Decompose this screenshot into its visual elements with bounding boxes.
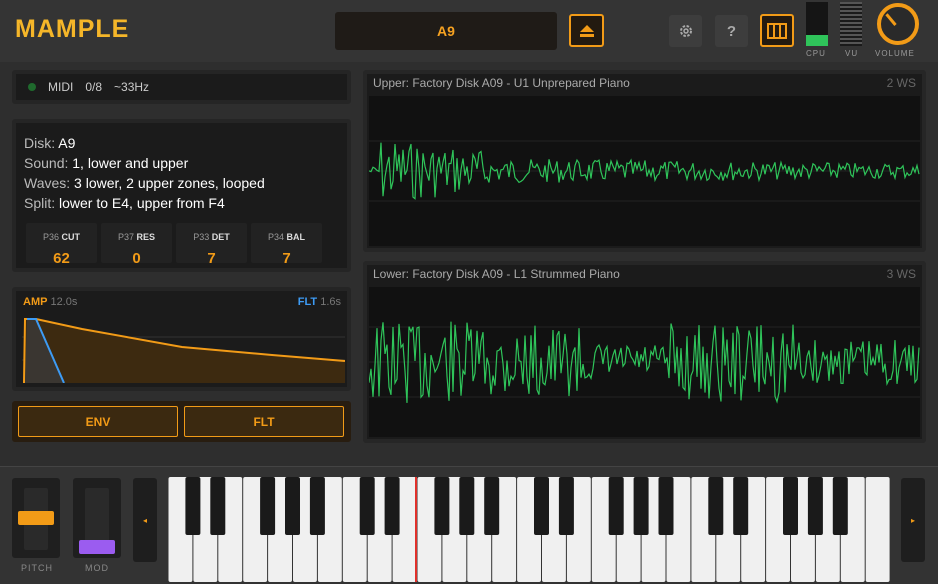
envelope-display[interactable]: AMP 12.0s FLT 1.6s	[12, 287, 351, 391]
settings-button[interactable]	[669, 15, 702, 47]
black-key	[359, 477, 375, 535]
eject-button[interactable]	[569, 14, 604, 47]
split-value: lower to E4, upper from F4	[59, 195, 225, 211]
black-key	[384, 477, 400, 535]
param-value: 0	[132, 250, 141, 267]
pitch-label: PITCH	[21, 563, 53, 573]
param-balance[interactable]: P34 BAL 7	[251, 223, 322, 267]
black-key	[309, 477, 325, 535]
volume-knob[interactable]	[877, 3, 919, 45]
param-row: P36 CUT 62 P37 RES 0 P33 DET 7 P34 BAL 7	[26, 223, 322, 267]
black-key	[633, 477, 649, 535]
upper-wave-title: Upper: Factory Disk A09 - U1 Unprepared …	[373, 76, 630, 90]
lower-wave-count: 3 WS	[886, 267, 916, 281]
param-id: P33	[193, 232, 210, 242]
mod-wheel-handle[interactable]	[79, 540, 115, 554]
black-key	[210, 477, 226, 535]
lower-wave-title: Lower: Factory Disk A09 - L1 Strummed Pi…	[373, 267, 620, 281]
piano-keyboard[interactable]	[168, 477, 891, 582]
amp-envelope-fill	[24, 319, 345, 383]
param-cutoff[interactable]: P36 CUT 62	[26, 223, 97, 267]
sound-value: 1, lower and upper	[72, 155, 189, 171]
black-key	[534, 477, 549, 535]
black-key	[558, 477, 574, 535]
black-key	[285, 477, 300, 535]
piano-icon	[767, 22, 787, 39]
sound-info-panel: Disk: A9 Sound: 1, lower and upper Waves…	[12, 119, 351, 272]
black-key	[783, 477, 798, 535]
amp-time: 12.0s	[50, 296, 78, 308]
black-key	[708, 477, 724, 535]
tab-env[interactable]: ENV	[18, 406, 178, 437]
black-key	[807, 477, 823, 535]
param-name: BAL	[286, 232, 306, 242]
envelope-curve	[22, 318, 345, 383]
pitch-wheel-handle[interactable]	[18, 511, 54, 525]
param-name: CUT	[61, 232, 81, 242]
midi-led	[28, 83, 36, 91]
upper-wave-panel: Upper: Factory Disk A09 - U1 Unprepared …	[363, 70, 926, 252]
amp-envelope-header: AMP 12.0s	[23, 296, 77, 308]
black-key	[185, 477, 201, 535]
black-key	[260, 477, 276, 535]
midi-notes: 0/8	[85, 80, 103, 94]
lower-waveform	[368, 287, 920, 437]
top-bar: MAMPLE A9 ? CPU VU VOLUME	[0, 0, 938, 62]
volume-label: VOLUME	[875, 49, 915, 58]
param-name: RES	[136, 232, 156, 242]
black-key	[459, 477, 475, 535]
waves-value: 3 lower, 2 upper zones, looped	[74, 175, 265, 191]
param-value: 7	[282, 250, 291, 267]
tab-flt[interactable]: FLT	[184, 406, 344, 437]
gear-icon	[679, 25, 692, 37]
mod-label: MOD	[85, 563, 109, 573]
cpu-meter	[806, 2, 828, 46]
pitch-wheel[interactable]	[12, 478, 60, 558]
param-value: 7	[207, 250, 216, 267]
vu-label: VU	[845, 49, 859, 58]
lower-wave-panel: Lower: Factory Disk A09 - L1 Strummed Pi…	[363, 261, 926, 443]
split-key: Split:	[24, 195, 56, 211]
mod-wheel[interactable]	[73, 478, 121, 558]
param-id: P37	[117, 232, 134, 242]
param-id: P36	[42, 232, 59, 242]
vu-meter	[840, 2, 862, 46]
param-name: DET	[211, 232, 230, 242]
black-key	[658, 477, 674, 535]
flt-time: 1.6s	[320, 296, 341, 308]
midi-status: MIDI 0/8 ~33Hz	[12, 70, 351, 104]
disk-selector[interactable]: A9	[335, 12, 557, 50]
disk-value: A9	[58, 135, 76, 151]
black-key	[733, 477, 749, 535]
midi-label: MIDI	[48, 80, 74, 94]
flt-label: FLT	[297, 296, 318, 308]
waves-key: Waves:	[24, 175, 71, 191]
keyboard-scroll-left[interactable]: ◂	[133, 478, 157, 562]
black-key	[832, 477, 848, 535]
param-resonance[interactable]: P37 RES 0	[101, 223, 172, 267]
filter-envelope-header: FLT 1.6s	[298, 296, 341, 308]
upper-wave-count: 2 WS	[886, 76, 916, 90]
amp-label: AMP	[23, 296, 48, 308]
white-key	[865, 477, 890, 582]
black-key	[484, 477, 500, 535]
help-button[interactable]: ?	[715, 15, 748, 47]
keyboard-toggle-button[interactable]	[760, 14, 794, 47]
cpu-label: CPU	[806, 49, 826, 58]
disk-key: Disk:	[24, 135, 56, 151]
midi-rate: ~33Hz	[114, 80, 150, 94]
sound-key: Sound:	[24, 155, 69, 171]
param-value: 62	[53, 250, 70, 267]
upper-waveform	[368, 96, 920, 246]
black-key	[434, 477, 450, 535]
eject-icon	[579, 24, 594, 37]
app-logo: MAMPLE	[15, 15, 130, 43]
page-tabs: ENV FLT	[12, 401, 351, 442]
black-key	[608, 477, 624, 535]
keyboard-scroll-right[interactable]: ▸	[901, 478, 925, 562]
param-id: P34	[267, 232, 284, 242]
param-detune[interactable]: P33 DET 7	[176, 223, 247, 267]
